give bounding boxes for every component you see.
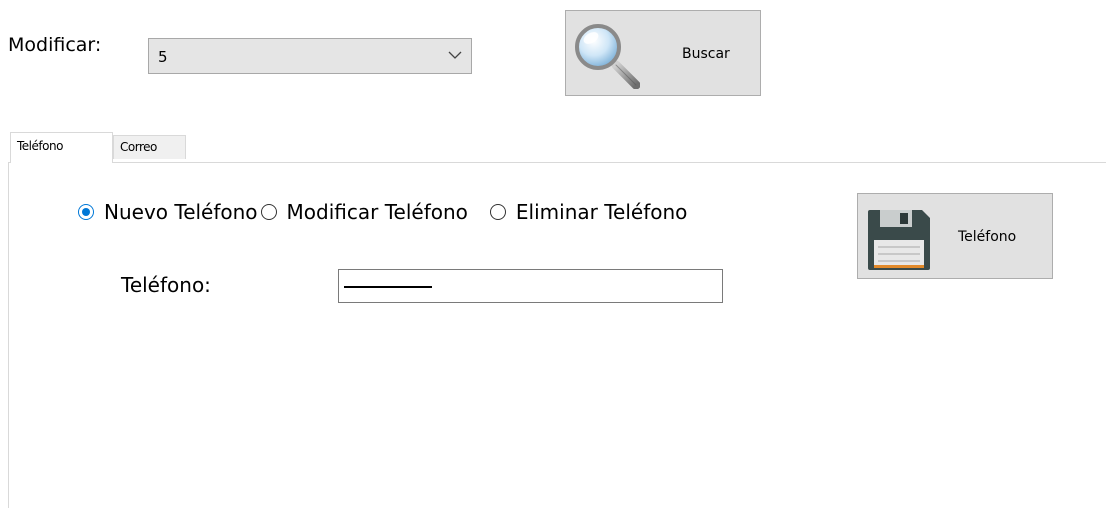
radio-button[interactable]	[260, 204, 277, 220]
radio-modificar-telefono[interactable]: Modificar Teléfono	[258, 200, 468, 224]
radio-eliminar-telefono[interactable]: Eliminar Teléfono	[489, 200, 688, 224]
modificar-combobox[interactable]: 5	[148, 38, 472, 74]
radio-label-nuevo: Nuevo Teléfono	[104, 200, 258, 224]
modificar-label: Modificar:	[8, 34, 102, 56]
magnifier-icon	[575, 24, 640, 89]
save-telefono-button-label: Teléfono	[958, 229, 1017, 245]
radio-label-modificar: Modificar Teléfono	[286, 200, 468, 224]
telefono-action-radio-group: Nuevo Teléfono Modificar Teléfono Elimin…	[78, 200, 687, 224]
radio-button-checked[interactable]	[78, 204, 94, 220]
tab-correo[interactable]: Correo	[113, 135, 186, 159]
tab-telefono[interactable]: Teléfono	[10, 132, 113, 163]
combobox-value: 5	[158, 48, 168, 66]
tab-strip-divider	[8, 162, 1106, 163]
window-content: Modificar: 5 Buscar Correo Teléfono Nuev…	[0, 0, 1106, 508]
radio-label-eliminar: Eliminar Teléfono	[515, 200, 688, 224]
telefono-field-label: Teléfono:	[121, 273, 211, 297]
floppy-disk-icon	[868, 210, 930, 270]
radio-button[interactable]	[489, 204, 506, 220]
save-telefono-button[interactable]: Teléfono	[857, 193, 1053, 279]
buscar-button[interactable]: Buscar	[565, 10, 761, 96]
buscar-button-label: Buscar	[682, 46, 730, 62]
input-mask-placeholder	[344, 286, 432, 288]
radio-nuevo-telefono[interactable]: Nuevo Teléfono	[78, 200, 258, 224]
chevron-down-icon	[448, 51, 462, 59]
tab-panel-border	[8, 162, 9, 508]
telefono-masked-input[interactable]	[338, 269, 723, 303]
